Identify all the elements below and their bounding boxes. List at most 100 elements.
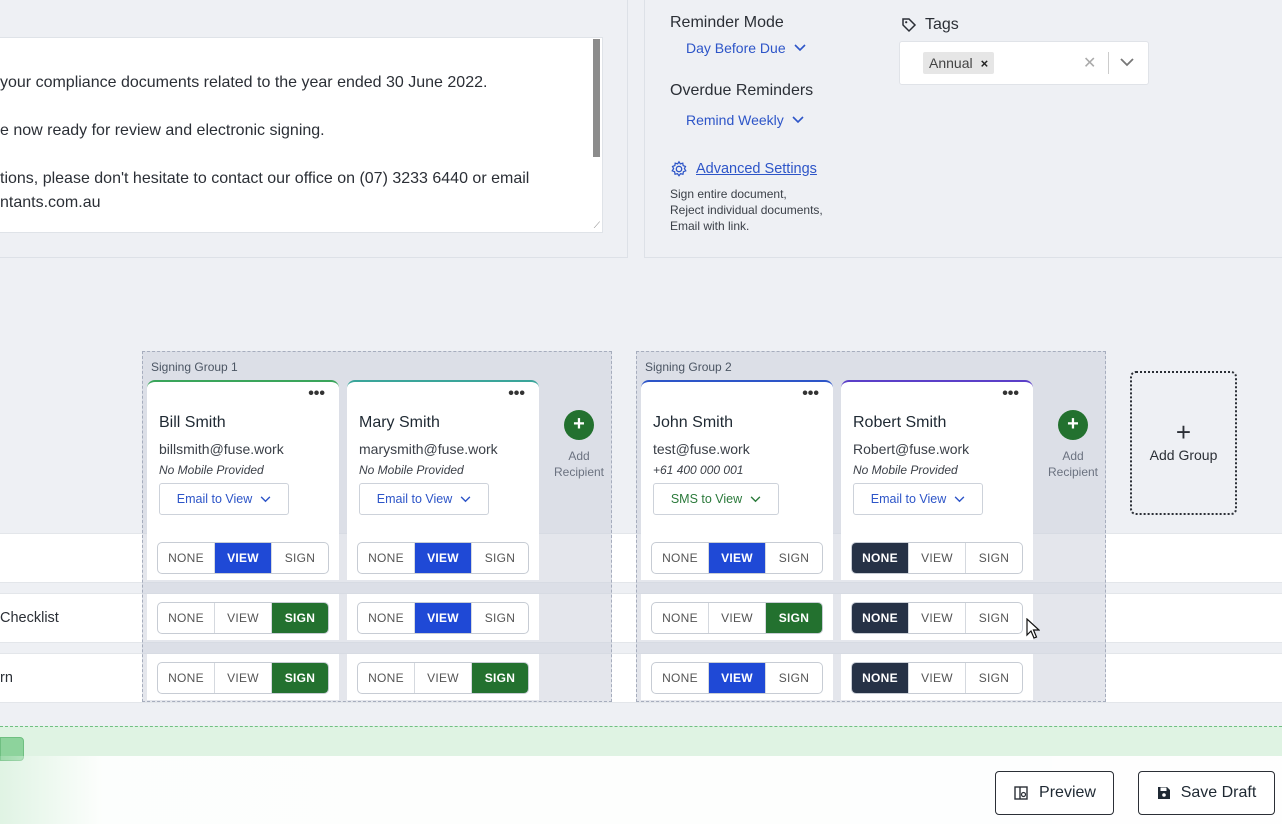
permission-toggle[interactable]: NONE VIEW SIGN — [157, 602, 329, 634]
delivery-method-dropdown[interactable]: SMS to View — [653, 483, 779, 515]
permission-toggle[interactable]: NONE VIEW SIGN — [851, 542, 1023, 574]
recipient-name: Robert Smith — [853, 414, 947, 431]
permission-option-view[interactable]: VIEW — [415, 663, 472, 693]
permission-toggle[interactable]: NONE VIEW SIGN — [851, 662, 1023, 694]
permission-option-sign[interactable]: SIGN — [472, 603, 528, 633]
permission-option-view[interactable]: VIEW — [215, 543, 272, 573]
permission-option-none[interactable]: NONE — [652, 543, 709, 573]
permission-option-sign[interactable]: SIGN — [272, 663, 328, 693]
permission-option-none[interactable]: NONE — [358, 543, 415, 573]
permission-option-sign[interactable]: SIGN — [966, 603, 1022, 633]
tag-icon — [902, 18, 917, 33]
permission-option-sign[interactable]: SIGN — [272, 543, 328, 573]
delivery-method-dropdown[interactable]: Email to View — [359, 483, 489, 515]
reminder-mode-dropdown[interactable]: Day Before Due — [686, 40, 806, 56]
clear-tags-icon[interactable]: ✕ — [1083, 53, 1096, 73]
preview-label: Preview — [1039, 784, 1096, 801]
signing-group-title: Signing Group 2 — [645, 360, 732, 374]
email-line: ntants.com.au — [0, 194, 101, 211]
permission-option-none[interactable]: NONE — [358, 663, 415, 693]
permission-toggle[interactable]: NONE VIEW SIGN — [357, 542, 529, 574]
permission-option-none[interactable]: NONE — [158, 663, 215, 693]
advanced-desc-line: Reject individual documents, — [670, 203, 823, 217]
permission-option-none[interactable]: NONE — [158, 603, 215, 633]
permission-option-view[interactable]: VIEW — [215, 663, 272, 693]
advanced-settings-link[interactable]: Advanced Settings — [696, 161, 817, 177]
permission-option-none[interactable]: NONE — [852, 663, 909, 693]
gear-icon — [671, 160, 687, 177]
preview-button[interactable]: Preview — [995, 771, 1114, 815]
permission-option-sign[interactable]: SIGN — [966, 663, 1022, 693]
permission-option-view[interactable]: VIEW — [415, 603, 472, 633]
permission-cell: NONE VIEW SIGN — [347, 534, 539, 580]
signing-group-title: Signing Group 1 — [151, 360, 238, 374]
more-options-icon[interactable]: ••• — [508, 385, 525, 403]
permission-cell: NONE VIEW SIGN — [841, 534, 1033, 580]
permission-option-view[interactable]: VIEW — [909, 543, 966, 573]
textarea-scrollbar[interactable] — [593, 39, 600, 157]
permission-option-none[interactable]: NONE — [652, 663, 709, 693]
permission-option-none[interactable]: NONE — [158, 543, 215, 573]
recipient-email: test@fuse.work — [653, 441, 750, 457]
permission-option-sign[interactable]: SIGN — [766, 543, 822, 573]
permission-option-sign[interactable]: SIGN — [272, 603, 328, 633]
permission-toggle[interactable]: NONE VIEW SIGN — [651, 602, 823, 634]
delivery-method-dropdown[interactable]: Email to View — [159, 483, 289, 515]
add-recipient-label-line: Add — [568, 449, 590, 463]
permission-toggle[interactable]: NONE VIEW SIGN — [651, 542, 823, 574]
remove-tag-icon[interactable]: × — [981, 56, 989, 71]
permission-option-view[interactable]: VIEW — [909, 603, 966, 633]
permission-cell: NONE VIEW SIGN — [147, 534, 339, 580]
signing-group-2: Signing Group 2 ••• John Smith test@fuse… — [636, 351, 1106, 702]
delivery-method-value: Email to View — [176, 492, 253, 506]
more-options-icon[interactable]: ••• — [1002, 385, 1019, 403]
permission-cell: NONE VIEW SIGN — [641, 534, 833, 580]
permission-toggle[interactable]: NONE VIEW SIGN — [851, 602, 1023, 634]
add-recipient-button[interactable]: + Add Recipient — [1038, 410, 1108, 480]
permission-toggle[interactable]: NONE VIEW SIGN — [157, 662, 329, 694]
add-recipient-label-line: Add — [1062, 449, 1084, 463]
document-row-label: Checklist — [0, 610, 59, 626]
permission-option-sign[interactable]: SIGN — [472, 663, 528, 693]
resize-handle-icon[interactable]: ⟋ — [594, 221, 600, 230]
permission-cell: NONE VIEW SIGN — [147, 594, 339, 640]
delivery-method-dropdown[interactable]: Email to View — [853, 483, 983, 515]
permission-toggle[interactable]: NONE VIEW SIGN — [357, 602, 529, 634]
add-recipient-label: Add Recipient — [544, 448, 614, 480]
tags-select[interactable]: Annual × ✕ — [899, 41, 1149, 85]
overdue-reminders-dropdown[interactable]: Remind Weekly — [686, 112, 804, 128]
permission-option-view[interactable]: VIEW — [709, 603, 766, 633]
permission-cell: NONE VIEW SIGN — [641, 594, 833, 640]
permission-option-sign[interactable]: SIGN — [472, 543, 528, 573]
add-recipient-button[interactable]: + Add Recipient — [544, 410, 614, 480]
signing-group-1: Signing Group 1 ••• Bill Smith billsmith… — [142, 351, 612, 702]
permission-toggle[interactable]: NONE VIEW SIGN — [157, 542, 329, 574]
recipient-mobile: No Mobile Provided — [159, 463, 264, 477]
permission-option-view[interactable]: VIEW — [215, 603, 272, 633]
email-message-textarea[interactable]: your compliance documents related to the… — [0, 37, 603, 233]
chevron-down-icon — [794, 44, 806, 52]
advanced-settings[interactable]: Advanced Settings — [670, 160, 817, 178]
more-options-icon[interactable]: ••• — [308, 385, 325, 403]
permission-option-view[interactable]: VIEW — [709, 543, 766, 573]
permission-option-view[interactable]: VIEW — [415, 543, 472, 573]
permission-option-none[interactable]: NONE — [358, 603, 415, 633]
permission-option-view[interactable]: VIEW — [709, 663, 766, 693]
permission-option-view[interactable]: VIEW — [909, 663, 966, 693]
add-recipient-label-line: Recipient — [553, 465, 605, 479]
permission-toggle[interactable]: NONE VIEW SIGN — [651, 662, 823, 694]
permission-option-sign[interactable]: SIGN — [766, 663, 822, 693]
permission-cell: NONE VIEW SIGN — [347, 654, 539, 700]
add-group-button[interactable]: + Add Group — [1130, 371, 1237, 515]
preview-icon — [1014, 786, 1028, 800]
reminder-mode-label: Reminder Mode — [670, 14, 784, 31]
save-draft-button[interactable]: Save Draft — [1138, 771, 1275, 815]
more-options-icon[interactable]: ••• — [802, 385, 819, 403]
permission-option-sign[interactable]: SIGN — [966, 543, 1022, 573]
permission-option-none[interactable]: NONE — [852, 603, 909, 633]
permission-option-none[interactable]: NONE — [652, 603, 709, 633]
permission-toggle[interactable]: NONE VIEW SIGN — [357, 662, 529, 694]
permission-option-none[interactable]: NONE — [852, 543, 909, 573]
chevron-down-icon[interactable] — [1120, 58, 1134, 67]
permission-option-sign[interactable]: SIGN — [766, 603, 822, 633]
